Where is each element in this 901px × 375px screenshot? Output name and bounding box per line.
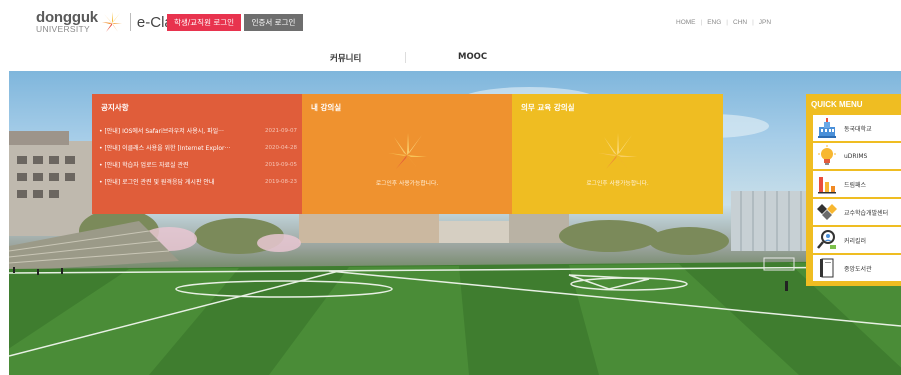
logo-sub-text: UNIVERSITY <box>36 24 91 35</box>
quick-menu-item-curikiller[interactable]: 커리킬러 <box>813 227 901 253</box>
compulsory-education-title: 의무 교육 강의실 <box>521 103 575 112</box>
lang-link-home[interactable]: HOME <box>676 19 696 26</box>
notice-item[interactable]: • [안내] 학습자 업로드 자료실 관련 2019-09-05 <box>99 156 297 173</box>
login-required-message: 로그인후 사용가능합니다. <box>586 181 649 187</box>
notice-item-title[interactable]: • [안내] 로그인 관련 및 원격응답 게시판 안내 <box>99 177 259 186</box>
university-building-icon <box>818 118 836 138</box>
my-classroom-panel: 내 강의실 로그인후 사용가능합니다. <box>302 94 512 214</box>
quick-menu-label: 동국대학교 <box>844 125 872 133</box>
quick-menu-item-dreampass[interactable]: 드림패스 <box>813 171 901 197</box>
diamond-shapes-icon <box>817 204 837 220</box>
bar-chart-icon <box>818 177 836 194</box>
lotus-logo-icon <box>101 12 122 32</box>
magnifier-person-icon <box>817 230 836 249</box>
lang-link-jpn[interactable]: JPN <box>759 19 771 26</box>
logo-wordmark: dongguk UNIVERSITY <box>36 10 98 34</box>
notice-list: • [안내] IOS에서 Safari브라우저 사용시, 파일··· 2021-… <box>99 122 297 190</box>
compulsory-education-panel: 의무 교육 강의실 로그인후 사용가능합니다. <box>512 94 723 214</box>
quick-menu: QUICK MENU 동국대학교 uDRIMS 드림패스 교수학습개발센터 커리… <box>806 94 901 286</box>
notice-item[interactable]: • [안내] 로그인 관련 및 원격응답 게시판 안내 2019-08-23 <box>99 173 297 190</box>
quick-menu-title: QUICK MENU <box>811 100 863 109</box>
site-header: dongguk UNIVERSITY e-Class 학생/교직원 로그인 인증… <box>0 0 901 44</box>
notice-item-date: 2019-08-23 <box>265 178 297 185</box>
quick-menu-item-library[interactable]: 중앙도서관 <box>813 255 901 281</box>
quick-menu-label: 커리킬러 <box>844 237 867 245</box>
quick-menu-item-dongguk[interactable]: 동국대학교 <box>813 115 901 141</box>
quick-menu-label: 중앙도서관 <box>844 265 872 273</box>
lightbulb-icon <box>818 145 836 165</box>
certificate-login-button[interactable]: 인증서 로그인 <box>244 14 303 31</box>
quick-menu-label: 교수학습개발센터 <box>844 209 889 217</box>
quick-menu-item-teaching-center[interactable]: 교수학습개발센터 <box>813 199 901 225</box>
lotus-placeholder-icon <box>598 133 637 169</box>
student-staff-login-button[interactable]: 학생/교직원 로그인 <box>167 14 241 31</box>
notice-item-title[interactable]: • [안내] IOS에서 Safari브라우저 사용시, 파일··· <box>99 126 259 135</box>
lang-separator: | <box>726 19 728 26</box>
my-classroom-title: 내 강의실 <box>311 103 342 112</box>
login-required-message: 로그인후 사용가능합니다. <box>375 181 439 187</box>
nav-separator <box>405 52 406 63</box>
notice-item[interactable]: • [안내] 이클래스 사용을 위한 [Internet Explor··· 2… <box>99 139 297 156</box>
notice-item-date: 2021-09-07 <box>265 127 297 134</box>
notice-item-title[interactable]: • [안내] 이클래스 사용을 위한 [Internet Explor··· <box>99 143 259 152</box>
logo-divider <box>129 13 131 31</box>
lang-separator: | <box>752 19 754 26</box>
lang-link-eng[interactable]: ENG <box>707 19 721 26</box>
notice-title[interactable]: 공지사항 <box>101 102 129 113</box>
book-icon <box>820 258 834 278</box>
dongguk-eclass-logo[interactable]: dongguk UNIVERSITY e-Class <box>36 10 188 34</box>
main-navigation: 커뮤니티 MOOC <box>0 44 901 71</box>
nav-item-mooc[interactable]: MOOC <box>458 52 487 62</box>
language-links: HOME | ENG | CHN | JPN <box>676 19 771 26</box>
quick-menu-label: 드림패스 <box>844 181 867 189</box>
eclass-main-page: dongguk UNIVERSITY e-Class 학생/교직원 로그인 인증… <box>0 0 901 375</box>
lang-separator: | <box>700 19 703 26</box>
quick-menu-item-udrims[interactable]: uDRIMS <box>813 143 901 169</box>
nav-item-community[interactable]: 커뮤니티 <box>330 52 361 64</box>
logo-main-text: dongguk <box>36 9 98 27</box>
quick-menu-label: uDRIMS <box>844 152 868 160</box>
lotus-placeholder-icon <box>388 133 427 169</box>
lang-link-chn[interactable]: CHN <box>733 19 747 26</box>
notice-panel: 공지사항 • [안내] IOS에서 Safari브라우저 사용시, 파일··· … <box>92 94 302 214</box>
notice-item-date: 2020-04-28 <box>265 144 297 151</box>
notice-item-title[interactable]: • [안내] 학습자 업로드 자료실 관련 <box>99 160 259 169</box>
notice-item-date: 2019-09-05 <box>265 161 297 168</box>
notice-item[interactable]: • [안내] IOS에서 Safari브라우저 사용시, 파일··· 2021-… <box>99 122 297 139</box>
